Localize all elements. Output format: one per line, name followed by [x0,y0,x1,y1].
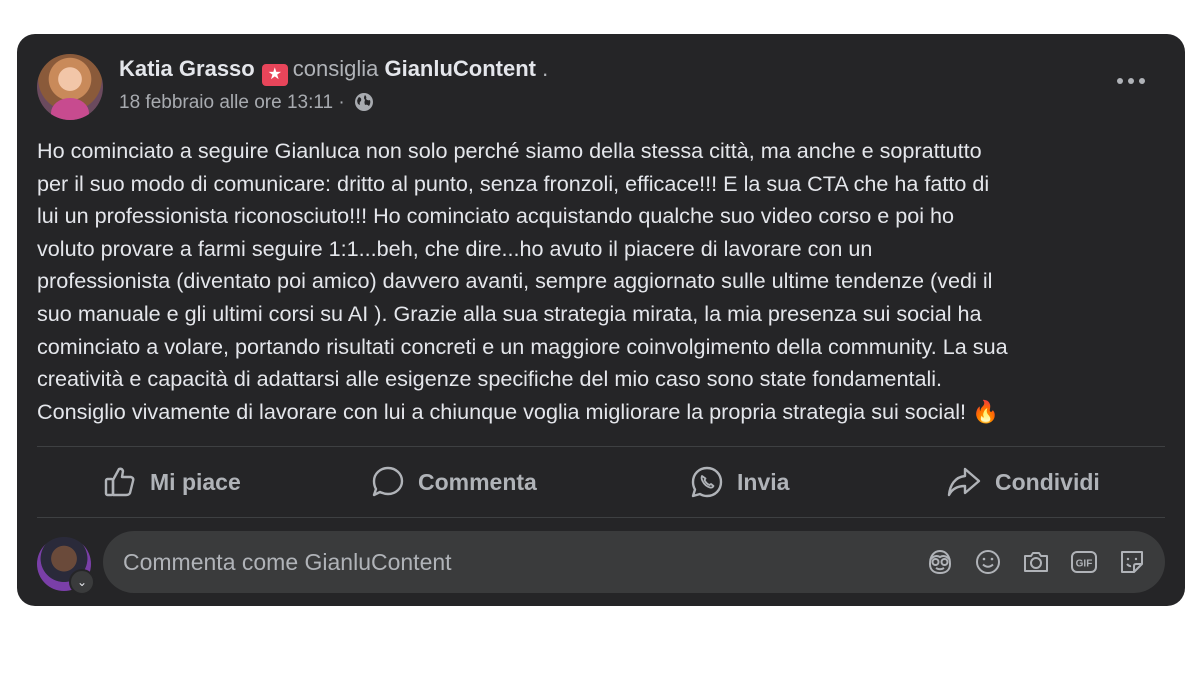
post-header: Katia Grasso ★ consiglia GianluContent . [119,56,548,86]
comment-label: Commenta [418,468,537,495]
recommends-verb: consiglia [292,56,379,81]
dot-icon [1128,78,1134,84]
post-card: Katia Grasso ★ consiglia GianluContent . 1… [17,34,1185,606]
speech-bubble-icon [372,466,404,497]
send-button[interactable]: Invia [690,447,789,517]
thumbs-up-icon [104,467,135,497]
post-body-line: voluto provare a farmi seguire 1:1...beh… [37,235,873,261]
post-body-line: per il suo modo di comunicare: dritto al… [37,170,990,196]
whatsapp-icon [691,466,723,498]
share-arrow-icon [947,467,981,497]
dot-icon [1117,78,1123,84]
divider [37,517,1165,518]
sticker-icon[interactable] [1117,547,1147,577]
post-meta: 18 febbraio alle ore 13:11 · [119,92,374,114]
like-label: Mi piace [150,468,241,495]
post-body-line: professionista (diventato poi amico) dav… [37,268,993,294]
author-avatar[interactable] [37,54,103,120]
post-timestamp[interactable]: 18 febbraio alle ore 13:11 [119,92,333,113]
post-body-line: lui un professionista riconosciuto!!! Ho… [37,203,955,229]
post-body: Ho cominciato a seguire Gianluca non sol… [37,135,1177,428]
chevron-down-icon[interactable]: ⌄ [69,569,95,595]
post-body-line: cominciato a volare, portando risultati … [37,333,1008,359]
post-body-line: Ho cominciato a seguire Gianluca non sol… [37,138,982,163]
like-button[interactable]: Mi piace [103,447,241,517]
share-button[interactable]: Condividi [946,447,1100,517]
gif-icon[interactable]: GIF [1069,547,1099,577]
action-bar: Mi piace Commenta Invia Condividi [37,447,1165,517]
author-name[interactable]: Katia Grasso [119,56,255,81]
page-name[interactable]: GianluContent [384,56,536,81]
share-label: Condividi [995,468,1100,495]
post-body-line: Consiglio vivamente di lavorare con lui … [37,398,999,424]
dot-icon [1139,78,1145,84]
post-body-line: creatività e capacità di adattarsi alle … [37,366,943,392]
avatar-sticker-icon[interactable] [925,547,955,577]
camera-icon[interactable] [1021,547,1051,577]
comment-button[interactable]: Commenta [371,447,537,517]
send-label: Invia [737,468,790,495]
more-options-button[interactable] [1117,76,1147,86]
emoji-icon[interactable] [973,547,1003,577]
globe-icon[interactable] [354,92,374,112]
comment-input[interactable] [123,531,883,593]
svg-text:GIF: GIF [1076,559,1093,570]
page-suffix: . [542,56,549,81]
meta-separator: · [338,92,345,113]
comment-composer: GIF [103,531,1165,593]
user-avatar[interactable]: ⌄ [37,537,95,595]
star-badge-icon: ★ [261,64,288,86]
post-body-line: suo manuale e gli ultimi corsi su AI ). … [37,300,982,326]
